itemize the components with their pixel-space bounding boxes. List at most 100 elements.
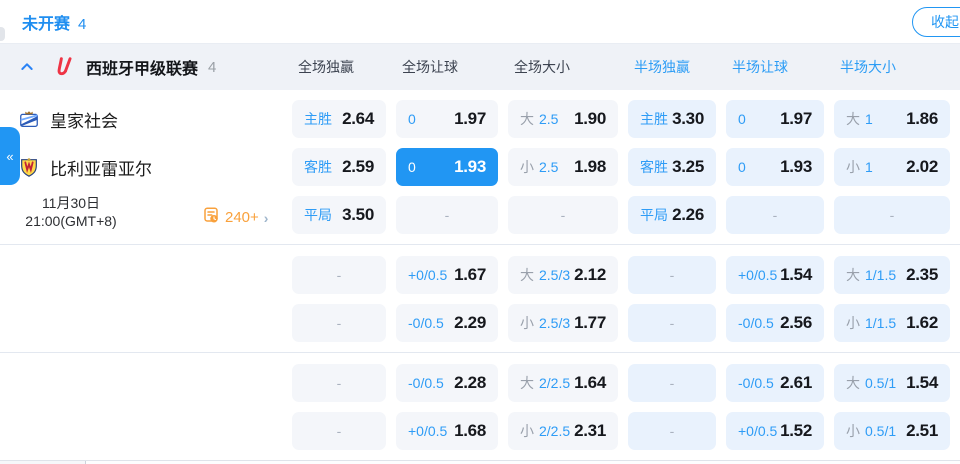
odds-line: -0/0.5 xyxy=(408,315,444,331)
odds-line: -0/0.5 xyxy=(408,375,444,391)
odds-cell[interactable]: 大 2/2.5 1.64 xyxy=(508,364,618,402)
odds-cell[interactable]: +0/0.5 1.52 xyxy=(726,412,824,450)
odds-value: 2.31 xyxy=(574,421,606,440)
odds-group-2: - -0/0.5 2.28 大 2/2.5 1.64- -0/0.5 2.61 大 0.5/1 1.… xyxy=(0,352,960,450)
odds-cell[interactable]: 0 1.97 xyxy=(726,100,824,138)
odds-cell: - xyxy=(396,196,498,234)
odds-cell[interactable]: +0/0.5 1.68 xyxy=(396,412,498,450)
odds-cell: - xyxy=(292,304,386,342)
odds-line: 2.5 xyxy=(539,111,559,127)
collapse-all-button[interactable]: 收起 xyxy=(912,7,960,37)
odds-cell: - xyxy=(292,256,386,294)
odds-line: +0/0.5 xyxy=(738,423,778,439)
odds-line: +0/0.5 xyxy=(408,423,448,439)
odds-cell-left: -0/0.5 xyxy=(408,315,444,331)
odds-cell[interactable]: 小 1/1.5 1.62 xyxy=(834,304,950,342)
column-header-0: 全场独赢 xyxy=(298,59,354,75)
odds-cell-left: 大 1/1.5 xyxy=(846,265,896,285)
column-header-2: 全场大小 xyxy=(514,59,570,75)
odds-cell[interactable]: 小 1 2.02 xyxy=(834,148,950,186)
odds-line: +0/0.5 xyxy=(738,267,778,283)
odds-cell-left: 客胜 xyxy=(640,157,668,177)
odds-cell-left: +0/0.5 xyxy=(408,267,447,283)
odds-cell-left: 小 2.5/3 xyxy=(520,313,570,333)
sidebar-collapse-handle[interactable]: « xyxy=(0,127,20,185)
odds-line: +0/0.5 xyxy=(408,267,448,283)
odds-value: 1.97 xyxy=(780,109,812,128)
odds-cell-left: 小 2/2.5 xyxy=(520,421,570,441)
odds-cell-left: -0/0.5 xyxy=(408,375,444,391)
odds-line: 0 xyxy=(738,159,746,175)
odds-cell[interactable]: 客胜 3.25 xyxy=(628,148,716,186)
odds-cell[interactable]: 小 2.5/3 1.77 xyxy=(508,304,618,342)
odds-cell-left: 0 xyxy=(408,111,416,127)
odds-value: 2.61 xyxy=(780,373,812,392)
collapse-all-label: 收起 xyxy=(931,14,959,30)
empty-dash: - xyxy=(669,423,675,439)
empty-dash: - xyxy=(772,207,778,223)
odds-cell-left: +0/0.5 xyxy=(738,423,777,439)
tab-not-started[interactable]: 未开赛 4 xyxy=(22,10,86,34)
odds-value: 1.54 xyxy=(906,373,938,392)
odds-column-headers: 全场独赢 全场让球 全场大小 半场独赢 半场让球 半场大小 xyxy=(292,44,960,90)
odds-cell[interactable]: -0/0.5 2.61 xyxy=(726,364,824,402)
more-markets-link[interactable]: 240+ › xyxy=(202,206,268,229)
odds-line: 2/2.5 xyxy=(539,423,571,439)
odds-cell[interactable]: 大 1/1.5 2.35 xyxy=(834,256,950,294)
odds-pick-label: 小 xyxy=(846,315,860,331)
odds-value: 3.50 xyxy=(342,205,374,224)
odds-value: 3.30 xyxy=(672,109,704,128)
odds-cell[interactable]: 0 1.97 xyxy=(396,100,498,138)
odds-cell[interactable]: 小 2/2.5 2.31 xyxy=(508,412,618,450)
odds-cell[interactable]: 大 0.5/1 1.54 xyxy=(834,364,950,402)
odds-cell[interactable]: -0/0.5 2.29 xyxy=(396,304,498,342)
odds-pick-label: 大 xyxy=(846,111,860,127)
odds-group-1: - +0/0.5 1.67 大 2.5/3 2.12- +0/0.5 1.54 大 1/1.5 2.… xyxy=(0,244,960,342)
odds-cell[interactable]: 平局 3.50 xyxy=(292,196,386,234)
odds-pick-label: 主胜 xyxy=(304,111,332,127)
odds-value: 2.64 xyxy=(342,109,374,128)
odds-pick-label: 小 xyxy=(520,315,534,331)
odds-cell-left: 0 xyxy=(738,159,746,175)
next-section-edge xyxy=(0,460,960,464)
odds-cell[interactable]: 主胜 2.64 xyxy=(292,100,386,138)
odds-row: - +0/0.5 1.68 小 2/2.5 2.31- +0/0.5 1.52 小 0.5/1 2.… xyxy=(292,412,960,450)
odds-cell: - xyxy=(834,196,950,234)
away-team-row[interactable]: 比利亚雷亚尔 xyxy=(18,148,152,186)
odds-cell[interactable]: 小 2.5 1.98 xyxy=(508,148,618,186)
home-team-row[interactable]: 皇家社会 xyxy=(18,100,118,138)
odds-cell[interactable]: 主胜 3.30 xyxy=(628,100,716,138)
odds-cell-left: -0/0.5 xyxy=(738,375,774,391)
odds-value: 1.97 xyxy=(454,109,486,128)
odds-pick-label: 主胜 xyxy=(640,111,668,127)
odds-cell[interactable]: 大 2.5/3 2.12 xyxy=(508,256,618,294)
odds-row: 主胜 2.64 0 1.97 大 2.5 1.90 主胜 3.30 0 1.97 大 1 1.86 xyxy=(292,100,960,138)
odds-value: 2.51 xyxy=(906,421,938,440)
chevron-up-icon[interactable] xyxy=(16,56,38,78)
odds-cell[interactable]: 小 0.5/1 2.51 xyxy=(834,412,950,450)
odds-cell: - xyxy=(292,364,386,402)
odds-row: - +0/0.5 1.67 大 2.5/3 2.12- +0/0.5 1.54 大 1/1.5 2.… xyxy=(292,256,960,294)
odds-cell[interactable]: 大 1 1.86 xyxy=(834,100,950,138)
empty-dash: - xyxy=(336,315,342,331)
odds-cell[interactable]: 0 1.93 xyxy=(726,148,824,186)
odds-cell-left: 平局 xyxy=(640,205,668,225)
odds-value: 2.35 xyxy=(906,265,938,284)
odds-cell: - xyxy=(628,304,716,342)
odds-cell[interactable]: -0/0.5 2.28 xyxy=(396,364,498,402)
odds-cell-left: 0 xyxy=(408,159,416,175)
odds-cell[interactable]: 0 1.93 xyxy=(396,148,498,186)
markets-icon xyxy=(202,206,220,229)
odds-value: 1.93 xyxy=(454,157,486,176)
odds-cell[interactable]: +0/0.5 1.67 xyxy=(396,256,498,294)
odds-cell-left: 小 2.5 xyxy=(520,157,558,177)
odds-cell[interactable]: -0/0.5 2.56 xyxy=(726,304,824,342)
odds-cell-left: 小1 xyxy=(846,157,873,177)
odds-cell[interactable]: +0/0.5 1.54 xyxy=(726,256,824,294)
odds-cell-left: 大 0.5/1 xyxy=(846,373,896,393)
odds-cell[interactable]: 客胜 2.59 xyxy=(292,148,386,186)
odds-cell[interactable]: 平局 2.26 xyxy=(628,196,716,234)
odds-cell[interactable]: 大 2.5 1.90 xyxy=(508,100,618,138)
odds-value: 1.64 xyxy=(574,373,606,392)
odds-pick-label: 大 xyxy=(520,267,534,283)
